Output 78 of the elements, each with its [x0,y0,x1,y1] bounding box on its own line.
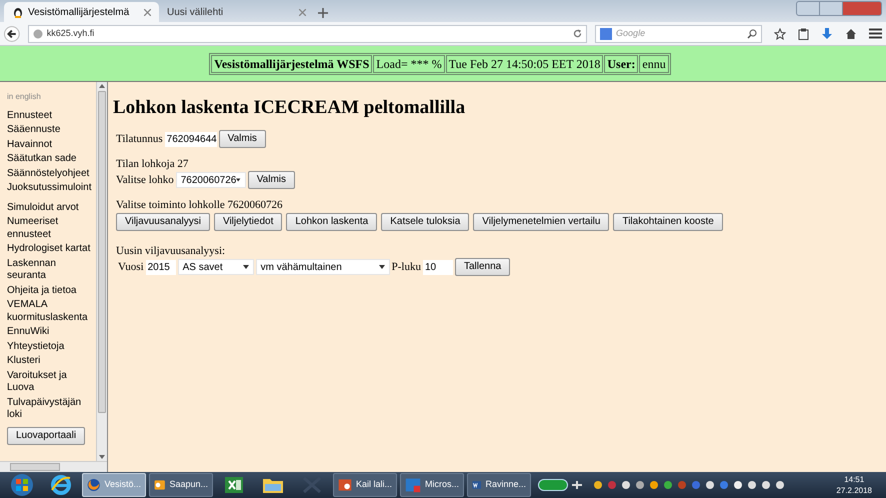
sidebar-link[interactable]: Havainnot [7,138,95,151]
sidebar-link[interactable]: VEMALA kuormituslaskenta [7,299,95,324]
sidebar-link[interactable]: Tulvapäivystäjän loki [7,396,95,422]
sidebar-link[interactable]: Simuloidut arvot [7,202,95,214]
header-cell: ennu [639,54,669,72]
taskbar-button[interactable]: Kail lali... [333,473,397,497]
action-button[interactable]: Katsele tuloksia [381,213,470,231]
field-label: Valitse lohko [116,172,174,188]
action-button[interactable]: Viljelytiedot [214,213,282,231]
header-cell: Tue Feb 27 14:50:05 EET 2018 [446,54,604,72]
dropdown-arrow-icon [378,265,385,269]
home-icon[interactable] [845,28,857,40]
clock-time: 14:51 [844,474,864,485]
sidebar-link[interactable]: Klusteri [7,355,95,368]
soil-dropdown[interactable]: AS savet [178,259,254,275]
page-title: Lohkon laskenta ICECREAM peltomallilla [113,96,466,120]
section-heading: Uusin viljavuusanalyysi: [116,244,226,258]
taskbar-button[interactable]: Ravinne... [467,473,531,497]
ready-button[interactable]: Valmis [248,171,296,189]
globe-icon [32,28,43,38]
taskbar-button[interactable]: Saapun... [149,473,213,497]
parcel-count: Tilan lohkoja 27 [116,158,190,171]
browser-tab[interactable]: Uusi välilehti [159,2,314,22]
new-tab-icon[interactable] [318,8,328,18]
close-icon[interactable] [144,8,151,16]
p-value-field[interactable]: 10 [422,260,453,274]
refresh-icon[interactable] [573,29,582,38]
cross-tool-icon [301,475,323,495]
download-icon[interactable] [821,28,833,40]
browser-e-icon [50,474,72,496]
sidebar-link[interactable]: Säätutkan sade [7,153,95,166]
action-button[interactable]: Viljavuusanalyysi [116,213,210,231]
horizontal-scrollbar[interactable] [0,461,107,472]
spreadsheet-icon [224,475,244,495]
search-icon[interactable] [747,28,757,38]
year-field[interactable]: 2015 [146,260,176,274]
header-cell: Vesistömallijärjestelmä WSFS [211,54,372,72]
humus-dropdown[interactable]: vm vähämultainen [256,259,390,275]
clock-date: 27.2.2018 [836,485,872,496]
action-button[interactable]: Lohkon laskenta [286,213,378,231]
address-bar[interactable]: kk625.vyh.fi [28,24,588,42]
header-cell: User: [604,54,638,72]
penguin-icon [12,6,24,18]
sidebar-link[interactable]: EnnuWiki [7,326,95,338]
sidebar-link[interactable]: Ennusteet [7,110,95,122]
scroll-down-icon[interactable] [99,455,105,459]
sidebar-link[interactable]: Juoksutussimuloint [7,182,95,194]
browser-tab[interactable]: Vesistömallijärjestelmä [4,2,159,22]
sidebar-link[interactable]: Laskennan seuranta [7,258,95,282]
clipboard-icon[interactable] [798,28,809,40]
vertical-scrollbar[interactable] [96,82,107,461]
start-orb-icon [10,473,34,497]
sidebar-link[interactable]: Säännöstelyohjeet [7,168,95,180]
status-pill [538,479,568,491]
taskbar-button[interactable]: Micros... [400,473,464,497]
save-button[interactable]: Tallenna [454,258,510,276]
sidebar-link[interactable]: Varoitukset ja Luova [7,370,95,394]
menu-icon[interactable] [869,28,882,39]
action-button[interactable]: Viljelymenetelmien vertailu [473,213,610,231]
scroll-up-icon[interactable] [99,84,105,88]
dropdown-arrow-icon [236,178,241,182]
sidebar-link[interactable]: Numeeriset ennusteet [7,216,95,241]
ready-button[interactable]: Valmis [218,130,266,148]
portal-button[interactable]: Luovaportaali [7,426,86,444]
farm-id-field[interactable]: 762094644 [164,132,217,146]
action-button[interactable]: Tilakohtainen kooste [613,213,723,231]
sidebar-link[interactable]: Sääennuste [7,124,95,136]
star-icon[interactable] [774,28,786,40]
sidebar-link[interactable]: Ohjeita ja tietoa [7,284,95,297]
sidebar-link[interactable]: Hydrologiset kartat [7,243,95,256]
field-label: Vuosi [118,260,144,275]
header-cell: Load= *** % [373,54,445,72]
action-prompt: Valitse toiminto lohkolle 7620060726 [116,199,284,212]
dropdown-arrow-icon [242,265,249,269]
field-label: P-luku [392,260,421,275]
field-label: Tilatunnus [116,132,163,147]
sidebar-link[interactable]: Yhteystietoja [7,340,95,353]
parcel-dropdown[interactable]: 7620060726 [176,172,246,188]
